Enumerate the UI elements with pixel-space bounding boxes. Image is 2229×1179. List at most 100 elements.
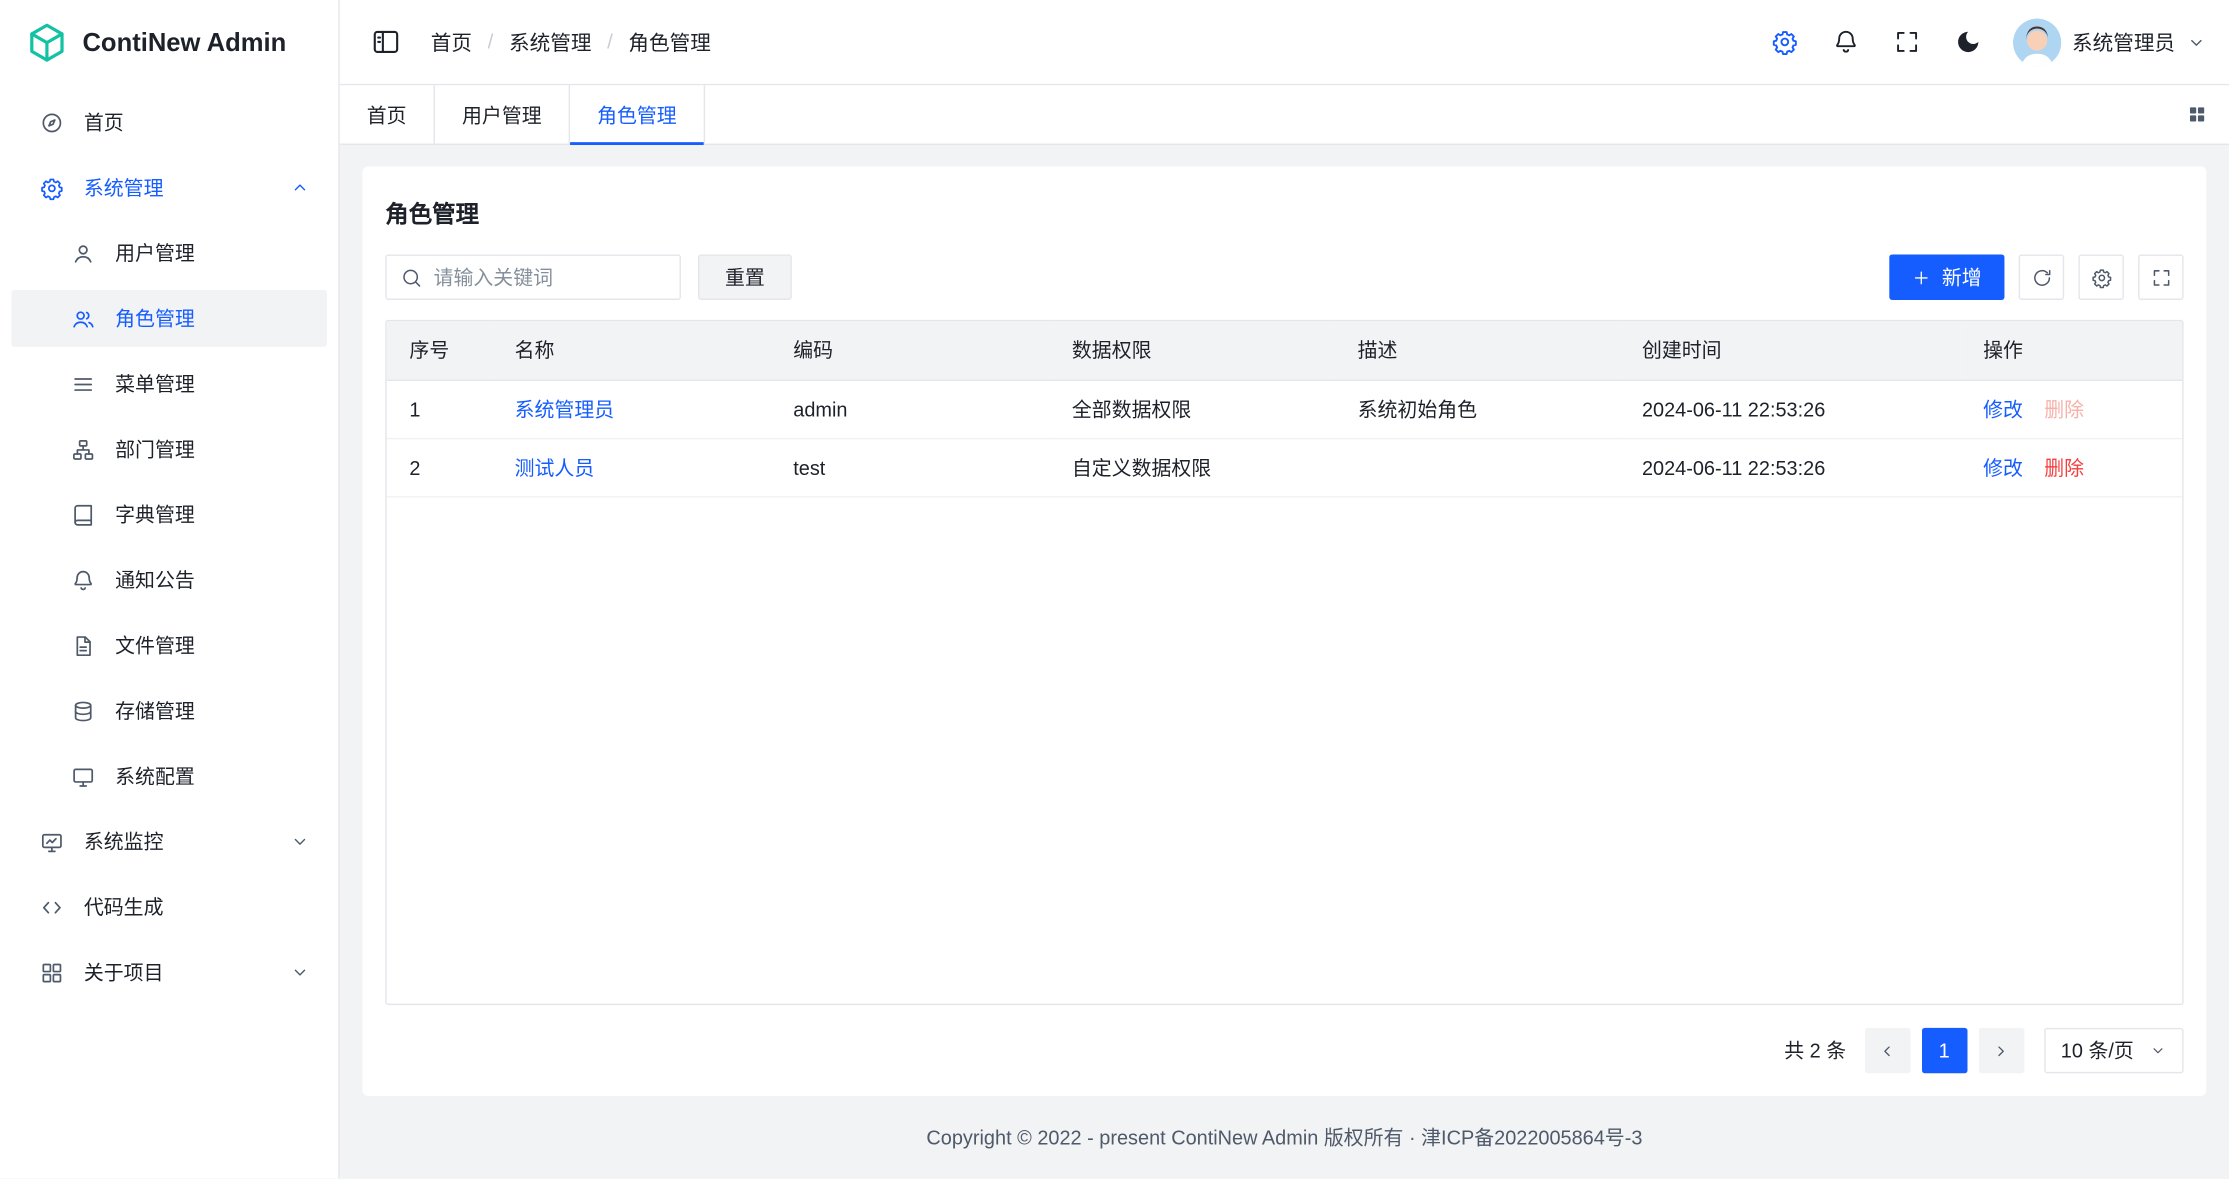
breadcrumb-separator: / [607,31,613,54]
database-icon [71,699,95,723]
column-header-no: 序号 [387,321,492,379]
pagination: 共 2 条 1 10 条/页 [385,1005,2183,1073]
table-row: 1 系统管理员 admin 全部数据权限 系统初始角色 2024-06-11 2… [387,380,2182,438]
app-logo-icon [26,21,69,64]
grid-icon [40,960,64,984]
cell-no: 2 [387,438,492,496]
book-icon [71,503,95,527]
tab-label: 角色管理 [597,100,677,128]
roles-table: 序号 名称 编码 数据权限 描述 创建时间 操作 1 [385,320,2183,1005]
toolbar-actions: 新增 [1889,254,2183,299]
sidebar-item-notice[interactable]: 通知公告 [11,552,327,609]
sidebar-item-label: 关于项目 [84,958,270,986]
sidebar-item-system-config[interactable]: 系统配置 [11,748,327,805]
table-row: 2 测试人员 test 自定义数据权限 2024-06-11 22:53:26 … [387,438,2182,496]
sidebar-item-code-generation[interactable]: 代码生成 [11,879,327,936]
delete-link[interactable]: 删除 [2044,456,2084,479]
tab-bar: 首页 用户管理 角色管理 [340,85,2229,145]
cell-no: 1 [387,380,492,438]
sidebar-item-label: 通知公告 [115,566,310,594]
role-name-link[interactable]: 系统管理员 [515,397,615,420]
chevron-down-icon [290,962,310,982]
sidebar-item-system-management[interactable]: 系统管理 [11,159,327,216]
prev-page-button[interactable] [1865,1028,1910,1073]
page-1-button[interactable]: 1 [1921,1028,1966,1073]
reset-button[interactable]: 重置 [698,254,792,299]
cell-desc [1335,438,1619,496]
sidebar-item-storage-management[interactable]: 存储管理 [11,682,327,739]
page-size-select[interactable]: 10 条/页 [2044,1028,2184,1073]
menu-lines-icon [71,372,95,396]
sidebar-item-home[interactable]: 首页 [11,94,327,151]
cell-code: admin [771,380,1050,438]
tab-actions-button[interactable] [2164,85,2229,143]
tab-role-management[interactable]: 角色管理 [570,85,705,143]
cell-scope: 自定义数据权限 [1049,438,1335,496]
file-icon [71,633,95,657]
sidebar-item-system-monitor[interactable]: 系统监控 [11,813,327,870]
notifications-button[interactable] [1822,18,1870,66]
content-area: 角色管理 重置 新增 [340,145,2229,1179]
next-page-button[interactable] [1978,1028,2023,1073]
cell-code: test [771,438,1050,496]
search-input[interactable] [434,266,666,289]
sidebar-item-menu-management[interactable]: 菜单管理 [11,355,327,412]
monitor-chart-icon [40,830,64,854]
column-header-created: 创建时间 [1619,321,1960,379]
role-name-link[interactable]: 测试人员 [515,456,595,479]
theme-toggle-button[interactable] [1944,18,1992,66]
breadcrumb-item-role[interactable]: 角色管理 [628,27,710,57]
breadcrumb-separator: / [488,31,494,54]
sidebar-item-department-management[interactable]: 部门管理 [11,421,327,478]
users-icon [71,306,95,330]
sidebar-item-label: 代码生成 [84,893,310,921]
home-icon [40,110,64,134]
app-logo[interactable]: ContiNew Admin [0,0,338,85]
sidebar-item-dictionary-management[interactable]: 字典管理 [11,486,327,543]
tab-home[interactable]: 首页 [340,85,435,143]
app-root: ContiNew Admin 首页 系统管理 用户管理 角色管理 [0,0,2229,1179]
fullscreen-button[interactable] [1883,18,1931,66]
cell-scope: 全部数据权限 [1049,380,1335,438]
cell-created: 2024-06-11 22:53:26 [1619,438,1960,496]
sidebar-item-label: 用户管理 [115,239,310,267]
role-management-card: 角色管理 重置 新增 [363,166,2207,1096]
edit-link[interactable]: 修改 [1983,397,2023,420]
main-column: 首页 / 系统管理 / 角色管理 [340,0,2229,1179]
sidebar-toggle-button[interactable] [365,22,405,62]
sidebar-item-user-management[interactable]: 用户管理 [11,225,327,282]
add-button[interactable]: 新增 [1889,254,2004,299]
chevron-down-icon [2149,1042,2166,1059]
edit-link[interactable]: 修改 [1983,456,2023,479]
sidebar-item-role-management[interactable]: 角色管理 [11,290,327,347]
column-settings-button[interactable] [2078,254,2123,299]
topbar: 首页 / 系统管理 / 角色管理 [340,0,2229,85]
table-toolbar: 重置 新增 [385,254,2183,299]
chevron-right-icon [1992,1041,2010,1059]
refresh-button[interactable] [2019,254,2064,299]
settings-button[interactable] [1761,18,1809,66]
sidebar-item-file-management[interactable]: 文件管理 [11,617,327,674]
code-icon [40,895,64,919]
sidebar-item-label: 文件管理 [115,631,310,659]
sidebar-item-label: 系统配置 [115,762,310,790]
expand-icon [2150,267,2171,288]
footer: Copyright © 2022 - present ContiNew Admi… [363,1096,2207,1178]
column-header-name: 名称 [492,321,771,379]
tabbar-spacer [705,85,2164,143]
tab-user-management[interactable]: 用户管理 [435,85,570,143]
tab-label: 首页 [367,100,407,128]
user-menu[interactable]: 系统管理员 [2012,18,2206,66]
breadcrumb-item-home[interactable]: 首页 [431,27,472,57]
sidebar-item-about-project[interactable]: 关于项目 [11,944,327,1001]
pagination-total: 共 2 条 [1784,1036,1846,1064]
sidebar-toggle-icon [370,27,400,57]
breadcrumb-item-system[interactable]: 系统管理 [509,27,591,57]
chevron-left-icon [1878,1041,1896,1059]
search-icon [401,267,422,288]
delete-link: 删除 [2044,397,2084,420]
sidebar-item-label: 菜单管理 [115,370,310,398]
table-fullscreen-button[interactable] [2138,254,2183,299]
cell-desc: 系统初始角色 [1335,380,1619,438]
monitor-icon [71,764,95,788]
